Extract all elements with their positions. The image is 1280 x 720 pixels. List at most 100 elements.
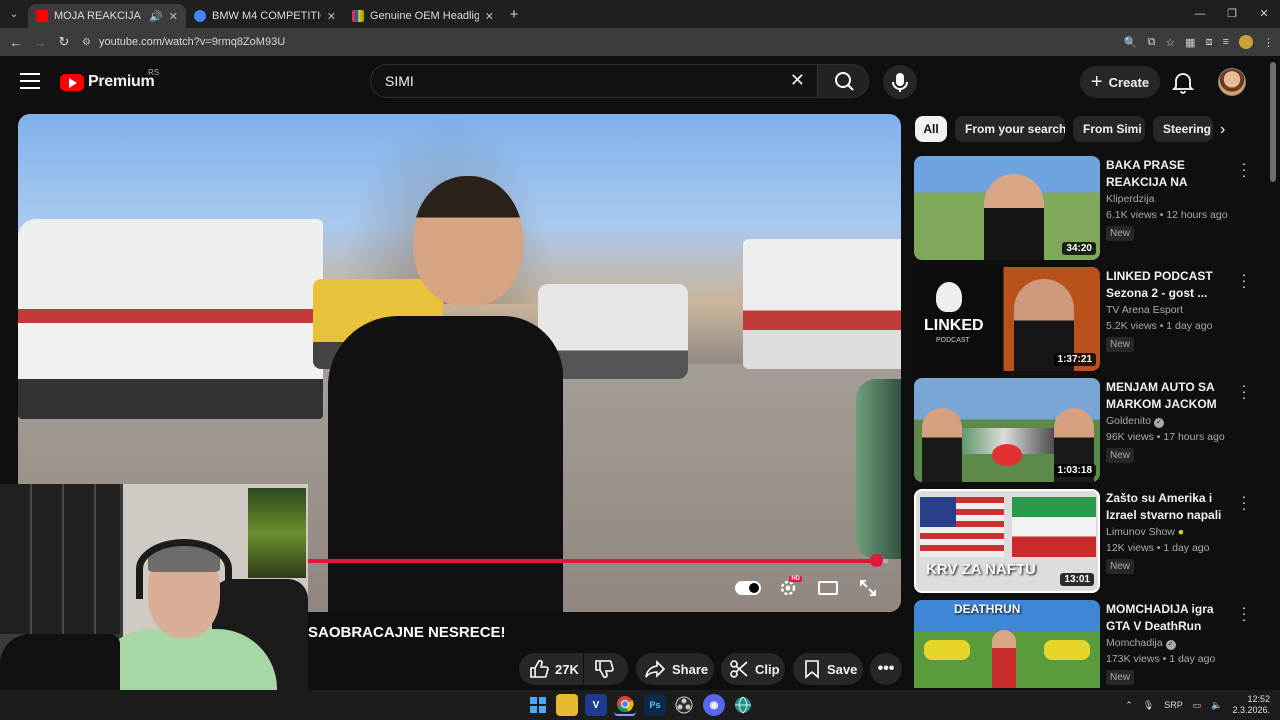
chip-all[interactable]: All [915,116,947,142]
more-vertical-icon[interactable]: · · · [1240,489,1248,515]
tab-list-icon[interactable]: ≡ [1223,36,1229,48]
clip-button[interactable]: Clip [721,653,785,685]
back-icon[interactable]: ← [4,35,28,50]
menu-icon[interactable] [20,73,40,89]
photoshop-icon[interactable]: Ps [644,694,666,716]
video-frame-truck-right [743,239,901,369]
tray-mic-icon[interactable]: 🎙 [1143,700,1154,711]
tab-title: BMW M4 COMPETITION 2025 I [212,10,321,22]
file-explorer-icon[interactable] [556,694,578,716]
language-indicator[interactable]: SRP [1164,700,1183,710]
obs-icon[interactable] [673,694,695,716]
search-input[interactable]: SIMI ✕ [370,64,818,98]
country-code: RS [148,68,160,77]
channel-name[interactable]: Limunov Show ● [1106,526,1184,538]
theater-mode-button[interactable] [814,576,842,600]
close-window-icon[interactable]: ✕ [1248,0,1280,28]
channel-text: Kliperdzija [1106,193,1155,205]
autoplay-toggle[interactable] [734,576,762,600]
video-thumbnail[interactable]: LINKED PODCAST 1:37:21 [914,267,1100,371]
more-vertical-icon[interactable]: · · · [1240,267,1248,293]
browser-tab-2[interactable]: BMW M4 COMPETITION 2025 I ✕ [186,4,344,28]
more-vertical-icon[interactable]: · · · [1240,156,1248,182]
account-avatar[interactable] [1218,68,1246,96]
browser-menu-icon[interactable]: ⋮ [1263,36,1274,49]
video-meta: 173K views • 1 day ago [1106,653,1216,665]
reload-icon[interactable]: ↻ [52,34,76,50]
chip-from-your-search[interactable]: From your search [955,116,1065,142]
youtube-header: Premium RS SIMI ✕ + Create [0,56,1280,112]
recommendation-item[interactable]: LINKED PODCAST 1:37:21 LINKED PODCAST Se… [914,267,1264,371]
speaker-icon[interactable]: 🔊 [149,10,163,23]
page-scrollbar[interactable] [1270,62,1276,182]
video-thumbnail[interactable]: 34:20 [914,156,1100,260]
chevron-right-icon[interactable]: › [1220,121,1225,139]
video-title: SAOBRACAJNE NESRECE! [308,624,506,641]
close-tab-icon[interactable]: ✕ [485,10,494,23]
close-tab-icon[interactable]: ✕ [169,10,178,23]
more-vertical-icon[interactable]: · · · [1240,600,1248,626]
clear-search-icon[interactable]: ✕ [790,70,805,91]
globe-app-icon[interactable] [732,694,754,716]
profile-icon[interactable] [1239,35,1253,49]
lemon-icon: ● [1177,526,1185,538]
video-title: BAKA PRASE REAKCIJA NA SIMIJE... [1106,158,1188,189]
vegas-icon[interactable]: V [585,694,607,716]
video-meta: 96K views • 17 hours ago [1106,431,1225,443]
create-button[interactable]: + Create [1080,66,1160,98]
restore-icon[interactable]: ❐ [1216,0,1248,28]
forward-icon[interactable]: → [28,35,52,50]
video-thumbnail[interactable]: KRV ZA NAFTU 13:01 [914,489,1100,593]
youtube-favicon-icon [36,10,48,22]
clock[interactable]: 12:52 2.3.2026. [1232,694,1270,716]
tab-search-icon[interactable]: ⌄ [0,0,28,28]
windows-start-icon[interactable] [527,694,549,716]
scrub-handle[interactable] [870,554,883,567]
recommendation-item[interactable]: 34:20 BAKA PRASE REAKCIJA NA SIMIJE... K… [914,156,1264,260]
browser-tab-3[interactable]: Genuine OEM Headlight Assem ✕ [344,4,502,28]
channel-name[interactable]: Goldenito ✓ [1106,415,1164,428]
fullscreen-button[interactable] [854,576,882,600]
install-icon[interactable]: ⧉ [1147,36,1155,49]
save-button[interactable]: Save [793,653,863,685]
youtube-play-icon [60,73,84,91]
dislike-button[interactable] [584,653,628,685]
site-info-icon[interactable]: ⚙ [82,37,91,48]
close-tab-icon[interactable]: ✕ [327,10,336,23]
recommendation-item[interactable]: DEATHRUN MOMCHADIJA igra GTA V DeathRun … [914,600,1264,688]
video-frame-green-car [856,379,901,559]
more-actions-button[interactable]: ••• [870,653,902,685]
youtube-premium-logo[interactable]: Premium RS [60,68,159,91]
like-button[interactable]: 27K [519,653,583,685]
share-button[interactable]: Share [636,653,714,685]
channel-name[interactable]: TV Arena Esport [1106,304,1183,316]
discord-icon[interactable]: ◉ [703,694,725,716]
recommendation-item[interactable]: KRV ZA NAFTU 13:01 Zašto su Amerika i Iz… [914,489,1264,593]
voice-search-button[interactable] [883,65,917,99]
notifications-button[interactable] [1171,70,1195,94]
chip-from-simi[interactable]: From Simi [1073,116,1145,142]
tray-chevron-icon[interactable]: ⌃ [1125,700,1133,711]
minimize-icon[interactable]: — [1184,0,1216,28]
channel-name[interactable]: Momchadija ✓ [1106,637,1176,650]
puzzle-icon[interactable]: ⧈ [1206,36,1213,49]
url-field[interactable]: ⚙ youtube.com/watch?v=9rmq8ZoM93U [82,31,1092,53]
settings-button[interactable]: HD [774,576,802,600]
browser-tab-1[interactable]: MOJA REAKCIJA NA BMW I 🔊 ✕ [28,4,186,28]
webcam-mic-arm [0,634,120,690]
bookmark-star-icon[interactable]: ☆ [1165,36,1175,49]
video-thumbnail[interactable]: 1:03:18 [914,378,1100,482]
save-label: Save [827,661,858,677]
volume-icon[interactable]: 🔈 [1211,700,1222,711]
chip-steering[interactable]: Steering [1153,116,1213,142]
recommendation-item[interactable]: 1:03:18 MENJAM AUTO SA MARKOM JACKOM N..… [914,378,1264,482]
channel-name[interactable]: Kliperdzija [1106,193,1154,205]
chrome-icon[interactable] [614,694,636,716]
zoom-icon[interactable]: 🔍 [1124,36,1138,49]
network-icon[interactable]: ▭ [1193,700,1202,711]
extension-icon[interactable]: ▦ [1185,36,1195,49]
video-thumbnail[interactable]: DEATHRUN [914,600,1100,688]
search-button[interactable] [817,64,869,98]
new-tab-button[interactable]: + [502,6,526,23]
more-vertical-icon[interactable]: · · · [1240,378,1248,404]
